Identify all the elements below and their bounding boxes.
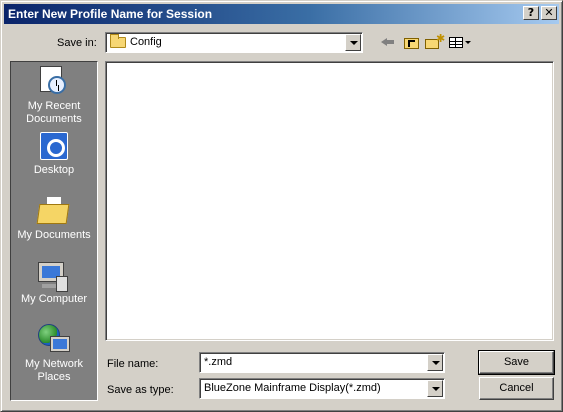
places-bar: My Recent Documents Desktop My Documents… [10,61,98,401]
save-in-label: Save in: [57,37,97,49]
save-as-type-dropdown[interactable]: BlueZone Mainframe Display(*.zmd) [199,378,445,399]
file-name-input[interactable]: *.zmd [204,356,232,368]
place-label: My Network [24,358,84,370]
view-menu-icon[interactable] [447,33,473,51]
title-bar[interactable]: Enter New Profile Name for Session [4,4,559,24]
save-in-value: Config [130,36,162,48]
place-label: Places [37,371,71,383]
place-my-documents[interactable]: My Documents [11,196,97,260]
place-my-network-places[interactable]: My Network Places [11,324,97,388]
help-button[interactable]: ? [523,6,539,20]
save-dialog: Enter New Profile Name for Session ? ✕ S… [0,0,563,412]
chevron-down-icon[interactable] [427,380,443,397]
close-button[interactable]: ✕ [541,6,557,20]
window-title: Enter New Profile Name for Session [8,7,213,21]
cancel-button[interactable]: Cancel [479,377,554,400]
create-new-folder-icon[interactable]: ✱ [424,33,445,51]
chevron-down-icon[interactable] [427,354,443,371]
back-arrow-icon[interactable] [379,33,399,51]
save-as-type-label: Save as type: [107,384,174,396]
file-name-combo[interactable]: *.zmd [199,352,445,373]
save-button[interactable]: Save [478,350,555,375]
place-label: My Computer [20,293,88,305]
place-label: Documents [26,113,82,125]
place-my-computer[interactable]: My Computer [11,260,97,324]
save-in-dropdown[interactable]: Config [105,32,363,53]
chevron-down-icon[interactable] [345,34,361,51]
place-desktop[interactable]: Desktop [11,130,97,194]
up-one-level-icon[interactable] [402,33,422,51]
folder-icon [110,34,126,48]
file-name-label: File name: [107,358,159,370]
place-my-recent-documents[interactable]: My Recent Documents [11,64,97,128]
place-label: Desktop [33,164,75,176]
save-as-type-value: BlueZone Mainframe Display(*.zmd) [204,382,381,394]
place-label: My Documents [17,229,91,241]
file-list[interactable] [105,61,554,341]
place-label: My Recent [27,100,81,112]
